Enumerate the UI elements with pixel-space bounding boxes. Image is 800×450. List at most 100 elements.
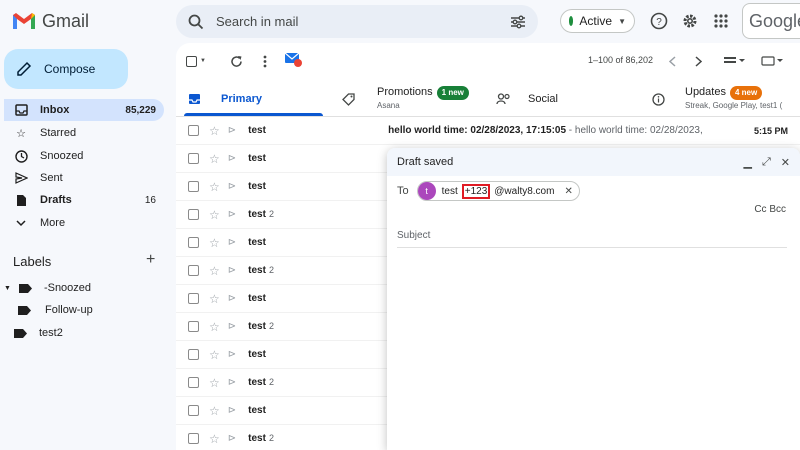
search-bar[interactable]: Search in mail [176, 5, 538, 38]
status-dropdown[interactable]: Active ▼ [560, 9, 635, 33]
row-checkbox[interactable] [188, 181, 199, 192]
next-page-chevron-icon[interactable] [688, 53, 708, 69]
caret-down-icon: ▼ [200, 58, 206, 64]
row-checkbox[interactable] [188, 237, 199, 248]
draft-header[interactable]: Draft saved ▁ ⤢ ✕ [387, 148, 800, 176]
caret-down-icon[interactable]: ▼ [4, 285, 11, 292]
sidebar-item-drafts[interactable]: Drafts 16 [4, 189, 164, 211]
recipient-domain: @walty8.com [494, 185, 555, 197]
important-marker-icon[interactable]: ⊳ [228, 125, 236, 136]
tab-social[interactable]: Social [496, 81, 558, 117]
cc-bcc-link[interactable]: Cc Bcc [754, 204, 786, 215]
star-icon[interactable]: ☆ [209, 432, 220, 446]
important-marker-icon[interactable]: ⊳ [228, 321, 236, 332]
prev-page-chevron-icon[interactable] [662, 53, 682, 69]
star-icon[interactable]: ☆ [209, 180, 220, 194]
important-marker-icon[interactable]: ⊳ [228, 405, 236, 416]
row-checkbox[interactable] [188, 153, 199, 164]
sender: test [248, 181, 368, 192]
sidebar-item-snoozed[interactable]: Snoozed [4, 145, 164, 167]
row-checkbox[interactable] [188, 265, 199, 276]
sender-name: test [248, 265, 266, 276]
row-checkbox[interactable] [188, 321, 199, 332]
important-marker-icon[interactable]: ⊳ [228, 153, 236, 164]
inbox-count: 85,229 [125, 104, 156, 116]
expand-icon[interactable]: ⤢ [762, 156, 771, 169]
tab-label: Primary [221, 93, 262, 105]
select-all-checkbox[interactable]: ▼ [186, 53, 206, 69]
refresh-icon[interactable] [226, 53, 246, 69]
star-icon[interactable]: ☆ [209, 348, 220, 362]
important-marker-icon[interactable]: ⊳ [228, 349, 236, 360]
label-tag-icon [14, 328, 27, 338]
row-checkbox[interactable] [188, 349, 199, 360]
important-marker-icon[interactable]: ⊳ [228, 265, 236, 276]
important-marker-icon[interactable]: ⊳ [228, 237, 236, 248]
add-label-plus-icon[interactable]: + [146, 251, 155, 269]
important-marker-icon[interactable]: ⊳ [228, 209, 236, 220]
gmail-logo[interactable]: Gmail [12, 8, 89, 34]
label-item-test2[interactable]: test2 [14, 323, 63, 343]
row-checkbox[interactable] [188, 405, 199, 416]
new-badge: 1 new [436, 86, 469, 100]
tab-primary[interactable]: Primary [188, 81, 262, 117]
sender-name: test [248, 321, 266, 332]
star-icon[interactable]: ☆ [209, 264, 220, 278]
tag-icon [342, 92, 355, 106]
more-vertical-icon[interactable] [255, 53, 275, 69]
tab-updates[interactable]: Updates 4 new Streak, Google Play, test1 … [652, 81, 800, 117]
help-icon[interactable]: ? [648, 10, 670, 32]
compose-label: Compose [44, 62, 96, 76]
row-checkbox[interactable] [188, 377, 199, 388]
apps-grid-icon[interactable] [710, 10, 732, 32]
star-icon[interactable]: ☆ [209, 152, 220, 166]
important-marker-icon[interactable]: ⊳ [228, 181, 236, 192]
tab-promotions[interactable]: Promotions 1 new Asana [342, 81, 469, 117]
star-icon[interactable]: ☆ [209, 292, 220, 306]
google-account-button[interactable]: Google [742, 3, 800, 39]
important-marker-icon[interactable]: ⊳ [228, 293, 236, 304]
sidebar-item-inbox[interactable]: Inbox 85,229 [4, 99, 164, 121]
recipient-chip[interactable]: t test +123 @walty8.com ✕ [416, 181, 580, 201]
label-item-follow-up[interactable]: Follow-up [18, 300, 93, 320]
keyboard-input-icon[interactable] [758, 53, 786, 69]
search-input[interactable]: Search in mail [216, 14, 510, 29]
important-marker-icon[interactable]: ⊳ [228, 433, 236, 444]
sender-name: test [248, 237, 266, 248]
sidebar-item-more[interactable]: More [4, 212, 164, 234]
remove-recipient-close-icon[interactable]: ✕ [564, 186, 572, 197]
to-field[interactable]: To t test +123 @walty8.com ✕ [387, 178, 800, 204]
sidebar-item-starred[interactable]: ☆ Starred [4, 122, 164, 144]
highlighted-text: +123 [461, 183, 491, 199]
filter-options-icon[interactable] [510, 15, 526, 29]
star-icon[interactable]: ☆ [209, 404, 220, 418]
row-checkbox[interactable] [188, 433, 199, 444]
star-icon[interactable]: ☆ [209, 124, 220, 138]
row-checkbox[interactable] [188, 125, 199, 136]
sidebar-item-sent[interactable]: Sent [4, 167, 164, 189]
label-item-snoozed[interactable]: ▼ -Snoozed [4, 278, 91, 298]
sender-name: test [248, 405, 266, 416]
density-toggle-icon[interactable] [720, 53, 748, 69]
send-icon [14, 172, 28, 184]
search-icon[interactable] [188, 14, 204, 30]
subject-input[interactable]: Subject [397, 224, 787, 248]
row-checkbox[interactable] [188, 293, 199, 304]
settings-gear-icon[interactable] [679, 10, 701, 32]
close-icon[interactable]: ✕ [781, 156, 790, 169]
row-checkbox[interactable] [188, 209, 199, 220]
minimize-icon[interactable]: ▁ [744, 156, 752, 169]
star-icon[interactable]: ☆ [209, 376, 220, 390]
app-name: Gmail [42, 10, 90, 31]
star-icon[interactable]: ☆ [209, 320, 220, 334]
label-name: test2 [39, 327, 63, 339]
compose-button[interactable]: Compose [4, 49, 128, 89]
status-label: Active [579, 14, 613, 28]
star-icon[interactable]: ☆ [209, 236, 220, 250]
star-icon[interactable]: ☆ [209, 208, 220, 222]
gmail-m-icon [13, 13, 35, 29]
important-marker-icon[interactable]: ⊳ [228, 377, 236, 388]
table-row[interactable]: ☆ ⊳ test hello world time: 02/28/2023, 17:1… [176, 117, 800, 145]
sender: test 2 [248, 377, 368, 388]
mail-extension-icon[interactable] [284, 51, 304, 67]
